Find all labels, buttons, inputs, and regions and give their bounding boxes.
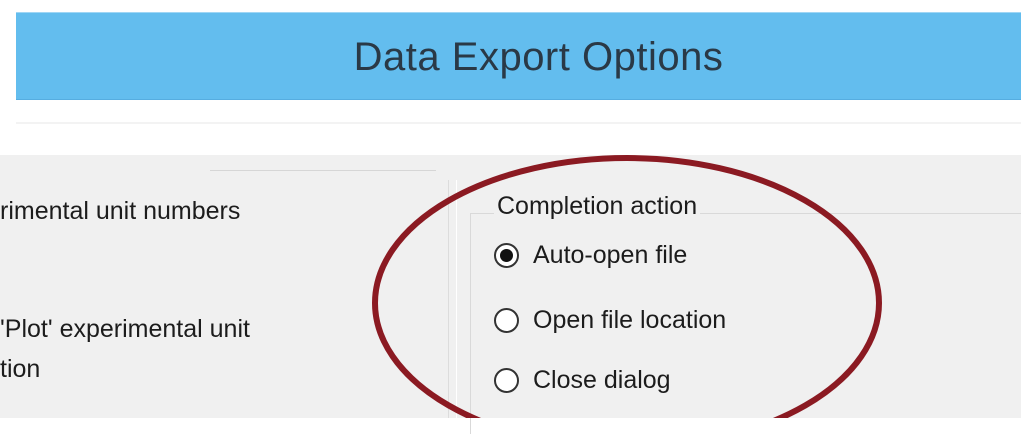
header-strip — [16, 100, 1021, 155]
dialog-title-bar: Data Export Options — [16, 12, 1021, 101]
radio-label-close-dialog: Close dialog — [533, 365, 671, 394]
panel-divider-highlight — [456, 180, 457, 418]
radio-circle-selected[interactable] — [494, 242, 519, 268]
left-options-panel: rimental unit numbers 'Plot' experimenta… — [0, 155, 446, 418]
option-label-plot-unit-cont: tion — [0, 355, 41, 383]
radio-close-dialog[interactable]: Close dialog — [494, 362, 671, 398]
radio-auto-open-file[interactable]: Auto-open file — [494, 237, 687, 273]
radio-dot — [500, 248, 513, 262]
radio-open-file-location[interactable]: Open file location — [494, 302, 726, 338]
radio-circle[interactable] — [494, 367, 519, 393]
radio-label-open-location: Open file location — [533, 305, 727, 334]
radio-circle[interactable] — [494, 307, 519, 333]
radio-label-auto-open: Auto-open file — [533, 240, 688, 269]
panel-divider — [448, 180, 449, 418]
completion-action-legend: Completion action — [494, 192, 701, 221]
option-label-unit-numbers: rimental unit numbers — [0, 197, 241, 225]
divider — [16, 122, 1021, 124]
option-label-plot-unit: 'Plot' experimental unit — [0, 315, 250, 343]
dialog-title: Data Export Options — [353, 34, 724, 79]
